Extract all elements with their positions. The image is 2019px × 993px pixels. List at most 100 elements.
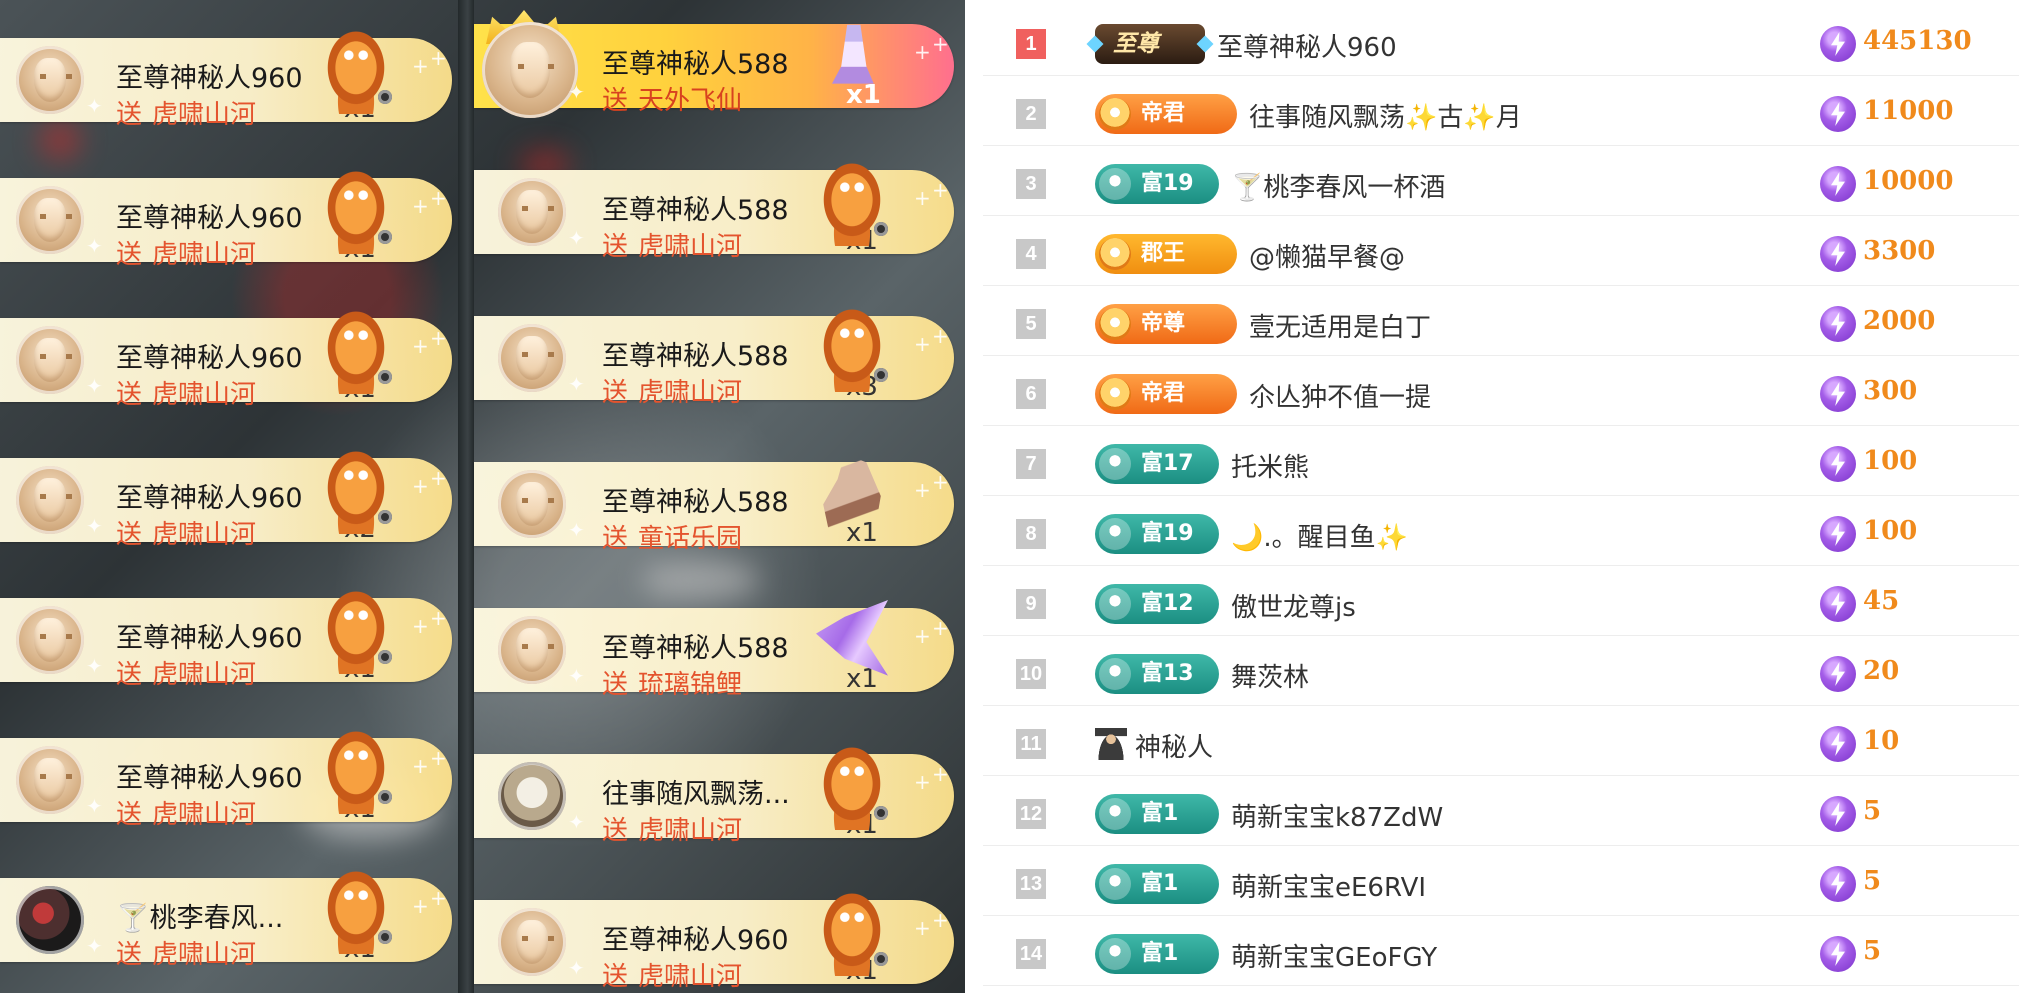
ranking-row[interactable]: 11 神秘人 10 [983,706,2019,776]
rank-number: 8 [1016,519,1046,549]
sparkle-icon: + [430,46,447,70]
sender-avatar[interactable] [16,326,84,394]
badge-icon [1099,238,1131,270]
sender-name[interactable]: 至尊神秘人960 [116,756,303,795]
gift-description: 送虎啸山河 [116,934,256,971]
tiger-gift-icon [320,310,392,394]
rich-level-badge: 富13 [1095,654,1219,694]
screenshot-stage: 至尊神秘人960送虎啸山河x1✦++至尊神秘人960送虎啸山河x1✦++至尊神秘… [0,0,2019,993]
sender-avatar[interactable] [16,746,84,814]
user-name[interactable]: 尒亾狆不值一提 [1249,377,1431,414]
user-name[interactable]: 萌新宝宝eE6RVI [1231,867,1426,904]
sparkle-icon: + [932,762,949,786]
sparkle-icon: + [932,908,949,932]
ranking-row[interactable]: 9 富12 傲世龙尊js 45 [983,566,2019,636]
ranking-row[interactable]: 7 富17 托米熊 100 [983,426,2019,496]
emperor-level-badge: 帝君 [1095,94,1237,134]
user-name[interactable]: 🌙.。醒目鱼✨ [1231,517,1408,554]
user-name[interactable]: 🍸桃李春风一杯酒 [1231,167,1445,204]
gift-notification-card: 至尊神秘人960送虎啸山河x1✦++ [0,164,452,270]
rank-number: 6 [1016,379,1046,409]
user-name[interactable]: 神秘人 [1135,727,1213,764]
sender-name[interactable]: 至尊神秘人588 [602,626,789,665]
ranking-row[interactable]: 12 富1 萌新宝宝k87ZdW 5 [983,776,2019,846]
sender-name[interactable]: 至尊神秘人588 [602,42,789,81]
sparkle-icon: ✦ [86,234,103,258]
user-name[interactable]: 壹无适用是白丁 [1249,307,1431,344]
lightning-coin-icon [1820,866,1856,902]
sender-avatar[interactable] [16,466,84,534]
contribution-score: 10 [1863,726,1900,756]
ranking-row[interactable]: 3 富19 🍸桃李春风一杯酒 10000 [983,146,2019,216]
sender-name[interactable]: 至尊神秘人960 [116,56,303,95]
badge-label: 富12 [1141,591,1194,616]
tiger-gift-icon [320,730,392,814]
gift-name: 琉璃锦鲤 [638,670,743,700]
rich-level-badge: 富1 [1095,934,1219,974]
sender-avatar[interactable] [498,470,566,538]
ranking-row[interactable]: 14 富1 萌新宝宝GEoFGY 5 [983,916,2019,986]
gift-notification-card: 至尊神秘人960送虎啸山河x1✦++ [0,24,452,130]
ranking-row[interactable]: 8 富19 🌙.。醒目鱼✨ 100 [983,496,2019,566]
gift-name: 虎啸山河 [152,660,257,690]
user-name[interactable]: 萌新宝宝GEoFGY [1231,937,1437,974]
sender-avatar[interactable] [16,886,84,954]
sparkle-icon: + [412,894,429,918]
sender-name[interactable]: 至尊神秘人960 [116,616,303,655]
ranking-row[interactable]: 1 至尊 至尊神秘人960 445130 [983,6,2019,76]
sender-name[interactable]: 🍸桃李春风... [116,896,283,935]
user-name[interactable]: 托米熊 [1231,447,1309,484]
sender-name[interactable]: 至尊神秘人588 [602,480,789,519]
user-name[interactable]: 至尊神秘人960 [1217,27,1397,64]
gift-description: 送虎啸山河 [602,372,742,409]
badge-label: 帝君 [1141,101,1186,126]
sender-avatar[interactable] [16,46,84,114]
ranking-row[interactable]: 4 郡王 @懒猫早餐@ 3300 [983,216,2019,286]
sender-name[interactable]: 至尊神秘人960 [602,918,789,957]
sender-avatar[interactable] [498,616,566,684]
sender-avatar[interactable] [498,908,566,976]
sender-avatar[interactable] [16,186,84,254]
gift-name: 虎啸山河 [152,100,257,130]
sender-name[interactable]: 至尊神秘人588 [602,334,789,373]
badge-icon [1099,308,1131,340]
ranking-row[interactable]: 10 富13 舞茨林 20 [983,636,2019,706]
sender-name[interactable]: 至尊神秘人960 [116,336,303,375]
sender-avatar[interactable] [16,606,84,674]
emperor-level-badge: 帝尊 [1095,304,1237,344]
tiger-gift-icon [320,450,392,534]
gift-action-label: 送 [116,660,143,690]
user-name[interactable]: 傲世龙尊js [1231,587,1356,624]
tiger-gift-icon [816,746,888,830]
tiger-gift-icon [320,30,392,114]
ranking-row[interactable]: 5 帝尊 壹无适用是白丁 2000 [983,286,2019,356]
gift-action-label: 送 [116,520,143,550]
sender-name[interactable]: 至尊神秘人588 [602,188,789,227]
sparkle-icon: ✦ [568,518,585,542]
sender-name[interactable]: 往事随风飘荡... [602,772,790,811]
user-name[interactable]: @懒猫早餐@ [1249,237,1405,274]
supreme-level-badge: 至尊 [1095,24,1205,64]
ranking-row[interactable]: 2 帝君 往事随风飘荡✨古✨月 11000 [983,76,2019,146]
sparkle-icon: + [430,606,447,630]
ranking-row[interactable]: 13 富1 萌新宝宝eE6RVI 5 [983,846,2019,916]
badge-label: 帝君 [1141,381,1186,406]
contribution-score: 5 [1863,866,1882,896]
rank-number: 12 [1016,799,1046,829]
lightning-coin-icon [1820,796,1856,832]
lightning-coin-icon [1820,96,1856,132]
sender-avatar[interactable] [498,762,566,830]
sender-avatar[interactable] [498,324,566,392]
sender-name[interactable]: 至尊神秘人960 [116,476,303,515]
gift-notification-card: 至尊神秘人588送童话乐园x1✦++ [474,448,954,554]
sender-avatar[interactable] [482,22,578,118]
user-name[interactable]: 往事随风飘荡✨古✨月 [1249,97,1522,134]
gift-action-label: 送 [602,232,629,262]
sender-name[interactable]: 至尊神秘人960 [116,196,303,235]
user-name[interactable]: 舞茨林 [1231,657,1309,694]
sparkle-icon: ✦ [86,514,103,538]
user-name[interactable]: 萌新宝宝k87ZdW [1231,797,1443,834]
sender-avatar[interactable] [498,178,566,246]
ranking-row[interactable]: 6 帝君 尒亾狆不值一提 300 [983,356,2019,426]
contribution-score: 5 [1863,936,1882,966]
